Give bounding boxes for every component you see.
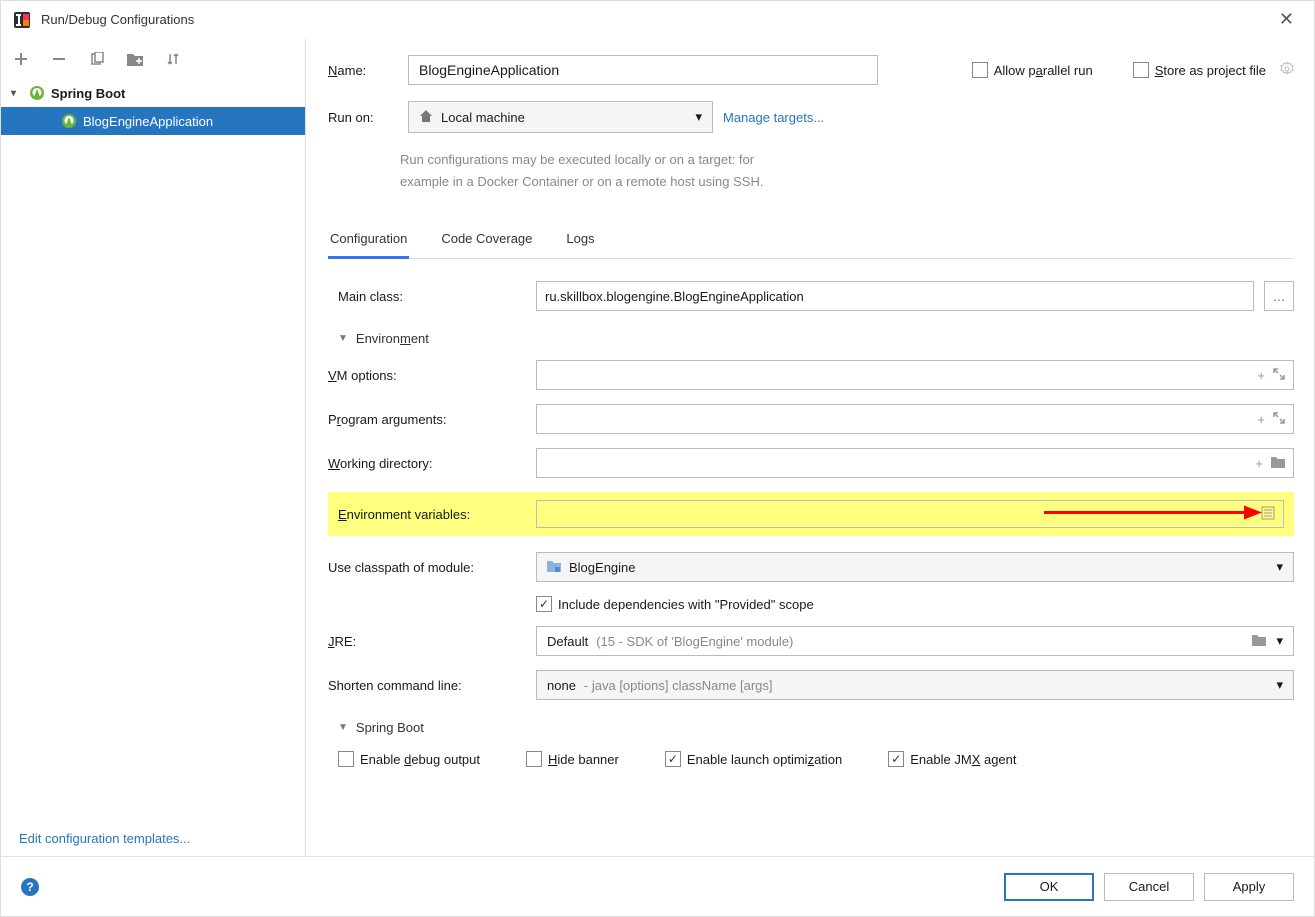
save-template-icon[interactable]	[123, 47, 147, 71]
main-class-label: Main class:	[328, 289, 526, 304]
tree-node-label: Spring Boot	[51, 86, 125, 101]
run-on-value: Local machine	[441, 110, 525, 125]
spring-boot-icon	[29, 85, 45, 101]
plus-icon[interactable]: +	[1257, 412, 1265, 427]
help-icon[interactable]: ?	[21, 878, 39, 896]
shorten-select[interactable]: none - java [options] className [args] ▾	[536, 670, 1294, 700]
config-tabs: Configuration Code Coverage Logs	[328, 221, 1294, 259]
include-provided-checkbox[interactable]: Include dependencies with "Provided" sco…	[536, 596, 814, 612]
include-provided-label: Include dependencies with "Provided" sco…	[558, 597, 814, 612]
expand-icon[interactable]	[1273, 412, 1285, 427]
env-vars-input[interactable]	[536, 500, 1284, 528]
sort-icon[interactable]	[161, 47, 185, 71]
environment-section-header[interactable]: ▼ Environment	[328, 325, 1294, 352]
springboot-section-header[interactable]: ▼ Spring Boot	[328, 714, 1294, 741]
module-icon	[547, 560, 561, 575]
classpath-select[interactable]: BlogEngine ▾	[536, 552, 1294, 582]
tab-code-coverage[interactable]: Code Coverage	[439, 221, 534, 259]
hide-banner-checkbox[interactable]: Hide banner	[526, 751, 619, 767]
sidebar-toolbar	[1, 39, 305, 79]
main-class-input[interactable]: ru.skillbox.blogengine.BlogEngineApplica…	[536, 281, 1254, 311]
copy-icon[interactable]	[85, 47, 109, 71]
enable-debug-checkbox[interactable]: Enable debug output	[338, 751, 480, 767]
program-args-label: Program arguments:	[328, 412, 526, 427]
shorten-label: Shorten command line:	[328, 678, 526, 693]
expand-icon[interactable]	[1273, 368, 1285, 383]
chevron-down-icon: ▾	[1276, 559, 1283, 575]
add-icon[interactable]	[9, 47, 33, 71]
tree-node-selected[interactable]: BlogEngineApplication	[1, 107, 305, 135]
plus-icon[interactable]: +	[1257, 368, 1265, 383]
home-icon	[419, 109, 433, 126]
folder-icon[interactable]	[1271, 456, 1285, 471]
browse-main-class-button[interactable]: …	[1264, 281, 1294, 311]
cancel-button[interactable]: Cancel	[1104, 873, 1194, 901]
jre-label: JRE:	[328, 634, 526, 649]
tree-node-label: BlogEngineApplication	[83, 114, 213, 129]
run-on-label: Run on:	[328, 110, 398, 125]
checkbox-icon	[972, 62, 988, 78]
name-input[interactable]	[408, 55, 878, 85]
checkbox-icon	[338, 751, 354, 767]
tab-logs[interactable]: Logs	[564, 221, 596, 259]
chevron-down-icon: ▾	[11, 88, 23, 99]
allow-parallel-label: Allow parallel run	[994, 63, 1093, 78]
main-panel: Name: Allow parallel run Store as projec…	[306, 39, 1314, 856]
chevron-down-icon: ▾	[1276, 633, 1283, 649]
apply-button[interactable]: Apply	[1204, 873, 1294, 901]
checkbox-icon	[888, 751, 904, 767]
tab-configuration[interactable]: Configuration	[328, 221, 409, 259]
checkbox-icon	[1133, 62, 1149, 78]
edit-templates-link[interactable]: Edit configuration templates...	[1, 820, 305, 856]
classpath-label: Use classpath of module:	[328, 560, 526, 575]
vm-options-input[interactable]: +	[536, 360, 1294, 390]
checkbox-icon	[665, 751, 681, 767]
allow-parallel-checkbox[interactable]: Allow parallel run	[972, 62, 1093, 78]
triangle-down-icon: ▼	[338, 333, 348, 344]
chevron-down-icon: ▾	[695, 109, 702, 125]
ok-button[interactable]: OK	[1004, 873, 1094, 901]
chevron-down-icon: ▾	[1276, 677, 1283, 693]
working-dir-label: Working directory:	[328, 456, 526, 471]
environment-variables-row: Environment variables:	[328, 492, 1294, 536]
checkbox-icon	[526, 751, 542, 767]
plus-icon[interactable]: +	[1255, 456, 1263, 471]
sidebar: ▾ Spring Boot BlogEngineApplication Edit…	[1, 39, 306, 856]
remove-icon[interactable]	[47, 47, 71, 71]
store-project-file-checkbox[interactable]: Store as project file	[1133, 62, 1266, 78]
titlebar: Run/Debug Configurations ✕	[1, 1, 1314, 39]
config-tree: ▾ Spring Boot BlogEngineApplication	[1, 79, 305, 820]
working-dir-input[interactable]: +	[536, 448, 1294, 478]
close-icon[interactable]: ✕	[1271, 5, 1302, 34]
program-args-input[interactable]: +	[536, 404, 1294, 434]
env-vars-label: Environment variables:	[338, 507, 536, 522]
gear-icon[interactable]	[1280, 62, 1294, 79]
run-on-hint: Run configurations may be executed local…	[400, 149, 1294, 193]
vm-options-label: VM options:	[328, 368, 526, 383]
intellij-icon	[13, 11, 31, 29]
run-on-select[interactable]: Local machine ▾	[408, 101, 713, 133]
list-icon[interactable]	[1261, 506, 1275, 523]
footer: ? OK Cancel Apply	[1, 856, 1314, 916]
folder-icon[interactable]	[1252, 634, 1266, 649]
spring-boot-icon	[61, 113, 77, 129]
tree-node-spring-boot[interactable]: ▾ Spring Boot	[1, 79, 305, 107]
checkbox-icon	[536, 596, 552, 612]
window-title: Run/Debug Configurations	[41, 12, 194, 27]
enable-jmx-checkbox[interactable]: Enable JMX agent	[888, 751, 1016, 767]
jre-select[interactable]: Default (15 - SDK of 'BlogEngine' module…	[536, 626, 1294, 656]
store-project-label: Store as project file	[1155, 63, 1266, 78]
manage-targets-link[interactable]: Manage targets...	[723, 110, 824, 125]
enable-launch-opt-checkbox[interactable]: Enable launch optimization	[665, 751, 842, 767]
triangle-down-icon: ▼	[338, 722, 348, 733]
name-label: Name:	[328, 63, 398, 78]
